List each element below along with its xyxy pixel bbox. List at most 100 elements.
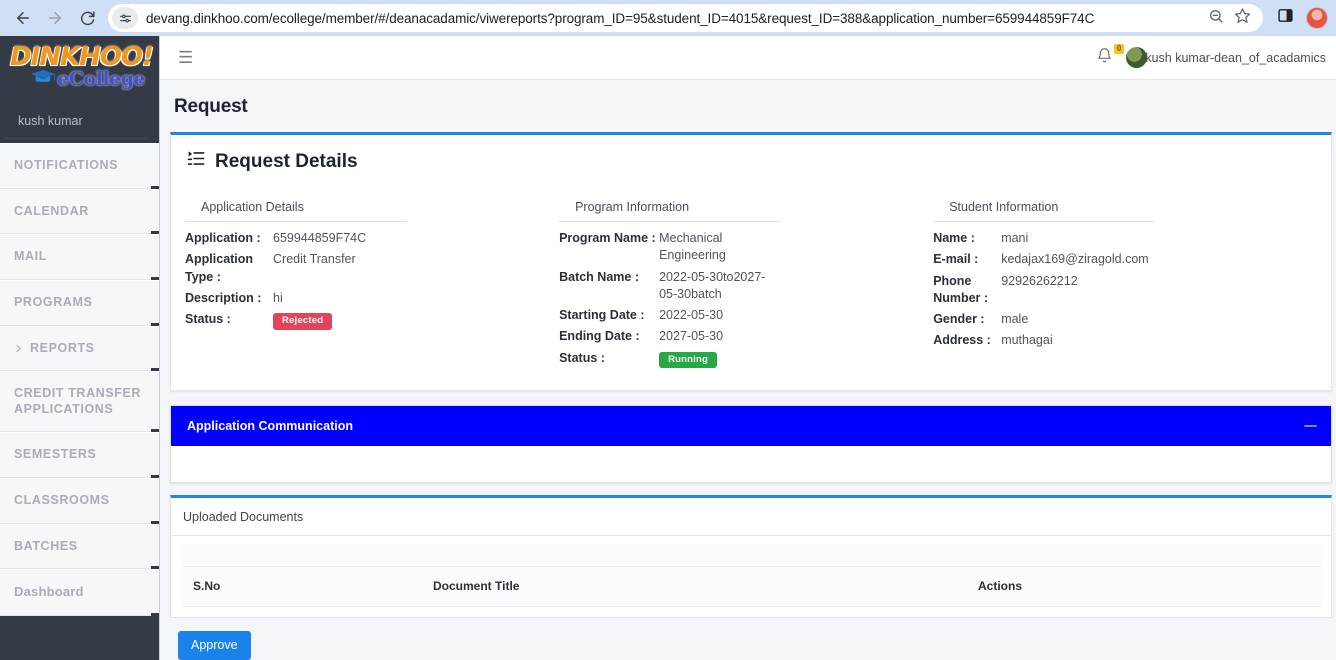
- application-communication-card: Application Communication: [170, 405, 1332, 483]
- sidebar-user-name: kush kumar: [4, 106, 149, 139]
- detail-row: Application Type : Credit Transfer: [185, 251, 543, 286]
- sidebar-item-dashboard[interactable]: Dashboard: [0, 569, 159, 616]
- sidebar-item-label: REPORTS: [30, 340, 95, 355]
- navbar-right-group: 0 kush kumar-dean_of_acadamics: [1096, 43, 1326, 69]
- detail-key: Address :: [933, 333, 991, 348]
- side-panel-icon[interactable]: [1277, 7, 1294, 29]
- request-details-heading-text: Request Details: [215, 150, 358, 172]
- application-details-title: Application Details: [185, 200, 407, 222]
- page-title: Request: [174, 96, 248, 117]
- action-bar: Approve: [170, 617, 1332, 660]
- detail-value: male: [1001, 312, 1029, 326]
- sidebar-item-label: Dashboard: [14, 584, 84, 600]
- detail-row: Application : 659944859F74C: [185, 230, 543, 247]
- application-communication-body: [171, 446, 1331, 482]
- sidebar-item-batches[interactable]: BATCHES: [0, 523, 159, 570]
- avatar: [1126, 47, 1148, 68]
- detail-value: 2027-05-30: [659, 329, 724, 344]
- detail-value: mani: [1001, 231, 1029, 245]
- profile-avatar-icon[interactable]: [1306, 7, 1328, 29]
- detail-key: Program Name :: [559, 231, 656, 245]
- detail-value: 92926262212: [1001, 273, 1078, 288]
- user-menu[interactable]: kush kumar-dean_of_acadamics: [1126, 47, 1326, 68]
- detail-row: Address : muthagai: [933, 332, 1301, 349]
- column-header-actions[interactable]: Actions: [978, 566, 1321, 607]
- detail-key: Application :: [185, 231, 261, 245]
- request-details-heading: Request Details: [187, 149, 1317, 174]
- program-information-title: Program Information: [559, 200, 782, 222]
- bell-icon[interactable]: 0: [1096, 43, 1125, 69]
- table-header-row: S.No Document Title Actions: [183, 566, 1321, 607]
- application-communication-header[interactable]: Application Communication: [171, 406, 1331, 446]
- detail-row: Name : mani: [933, 230, 1301, 247]
- sidebar-item-notifications[interactable]: NOTIFICATIONS: [0, 143, 159, 189]
- user-name-label: kush kumar-dean_of_acadamics: [1145, 50, 1326, 65]
- sidebar-item-label: CREDIT TRANSFER APPLICATIONS: [14, 386, 142, 416]
- logo-secondary-text: eCollege: [57, 68, 145, 90]
- sidebar-item-label: CALENDAR: [14, 203, 89, 218]
- address-bar[interactable]: devang.dinkhoo.com/ecollege/member/#/dea…: [108, 4, 1263, 32]
- main-area: ☰ 0 kush kumar-dean_of_acadamics Request: [160, 36, 1336, 660]
- detail-value: hi: [273, 290, 283, 305]
- hamburger-icon[interactable]: ☰: [178, 49, 193, 66]
- detail-row: E-mail : kedajax169@ziragold.com: [933, 251, 1301, 268]
- detail-row: Phone Number : 92926262212: [933, 273, 1301, 308]
- sidebar-item-classrooms[interactable]: CLASSROOMS: [0, 478, 159, 524]
- status-badge: Rejected: [273, 313, 333, 330]
- detail-row: Status : Rejected: [185, 311, 543, 330]
- zoom-icon[interactable]: [1208, 8, 1224, 29]
- detail-value: muthagai: [1001, 333, 1053, 348]
- detail-value: 659944859F74C: [273, 231, 367, 245]
- status-badge: Running: [659, 351, 718, 368]
- detail-row: Batch Name : 2022-05-30to2027-05-30batch: [559, 269, 917, 304]
- site-settings-icon[interactable]: [112, 7, 138, 29]
- detail-key: Description :: [185, 290, 262, 305]
- program-information-column: Program Information Program Name : Mechan…: [559, 200, 933, 372]
- browser-toolbar: devang.dinkhoo.com/ecollege/member/#/dea…: [0, 0, 1336, 36]
- request-details-card: Request Details Application Details Appl…: [170, 132, 1332, 391]
- sidebar-menu: NOTIFICATIONS CALENDAR MAIL PROGRAMS REPORTS…: [0, 143, 159, 616]
- uploaded-documents-card: Uploaded Documents S.No Document Title A…: [170, 495, 1332, 618]
- application-communication-title: Application Communication: [187, 419, 353, 433]
- notification-count-badge: 0: [1113, 43, 1125, 54]
- detail-row: Starting Date : 2022-05-30: [559, 307, 917, 324]
- sidebar-item-semesters[interactable]: SEMESTERS: [0, 432, 159, 478]
- sidebar-item-programs[interactable]: PROGRAMS: [0, 279, 159, 326]
- detail-value: Credit Transfer: [273, 252, 356, 267]
- sidebar-item-calendar[interactable]: CALENDAR: [0, 188, 159, 235]
- program-information-rows: Program Name : Mechanical Engineering Batc…: [559, 230, 917, 368]
- detail-value: 2022-05-30: [659, 308, 724, 322]
- brand-logo[interactable]: DINKHOO! eCollege kush kumar: [0, 36, 159, 139]
- detail-key: Starting Date :: [559, 308, 645, 322]
- detail-value: 2022-05-30to2027-05-30batch: [659, 269, 766, 301]
- minus-collapse-icon[interactable]: [1304, 425, 1317, 427]
- list-details-icon: [187, 149, 206, 174]
- column-header-sno[interactable]: S.No: [183, 566, 433, 607]
- detail-row: Status : Running: [559, 350, 917, 368]
- app-shell: DINKHOO! eCollege kush kumar NOTIFICATIO…: [0, 36, 1336, 660]
- sidebar: DINKHOO! eCollege kush kumar NOTIFICATIO…: [0, 36, 160, 660]
- student-information-column: Student Information Name : mani E-mail : ke…: [933, 200, 1317, 372]
- column-header-document-title[interactable]: Document Title: [433, 566, 978, 607]
- detail-key: Status :: [185, 312, 231, 326]
- approve-button[interactable]: Approve: [178, 630, 251, 660]
- sidebar-item-mail[interactable]: MAIL: [0, 234, 159, 280]
- uploaded-documents-title: Uploaded Documents: [171, 498, 1331, 536]
- detail-key: Status :: [559, 350, 605, 365]
- detail-key: Application Type :: [185, 252, 254, 284]
- detail-key: Ending Date :: [559, 329, 640, 344]
- application-details-column: Application Details Application : 6599448…: [185, 200, 559, 372]
- detail-key: E-mail :: [933, 252, 979, 267]
- sidebar-item-label: BATCHES: [14, 538, 78, 553]
- back-arrow-icon[interactable]: [8, 3, 38, 33]
- detail-value: Rejected: [273, 311, 393, 330]
- detail-value: Mechanical Engineering: [659, 231, 726, 263]
- detail-value: kedajax169@ziragold.com: [1001, 252, 1149, 267]
- sidebar-item-reports[interactable]: REPORTS: [0, 325, 159, 372]
- sidebar-item-credit-transfer-applications[interactable]: CREDIT TRANSFER APPLICATIONS: [0, 371, 159, 433]
- star-icon[interactable]: [1234, 7, 1251, 29]
- detail-value: Running: [659, 350, 775, 368]
- forward-arrow-icon[interactable]: [40, 3, 70, 33]
- reload-icon[interactable]: [72, 3, 102, 33]
- top-navbar: ☰ 0 kush kumar-dean_of_acadamics: [160, 36, 1336, 80]
